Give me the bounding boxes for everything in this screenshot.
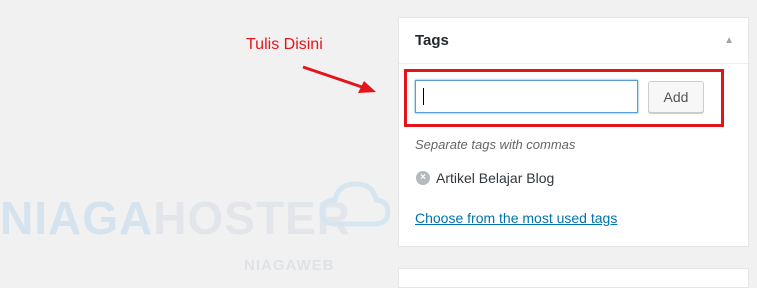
close-circle-icon[interactable]: ×	[416, 171, 430, 185]
tag-input[interactable]	[415, 80, 638, 113]
triangle-up-icon[interactable]: ▲	[724, 35, 734, 46]
annotation-label: Tulis Disini	[246, 36, 323, 53]
tag-item-label: Artikel Belajar Blog	[436, 170, 555, 186]
cloud-icon	[319, 181, 390, 227]
arrow-icon	[302, 65, 376, 93]
text-cursor	[423, 88, 424, 105]
most-used-tags-link[interactable]: Choose from the most used tags	[415, 210, 617, 226]
next-panel	[398, 268, 749, 288]
watermark-part-1: NIAGA	[0, 192, 154, 244]
tags-howto-text: Separate tags with commas	[415, 137, 576, 152]
add-tag-button[interactable]: Add	[648, 81, 704, 113]
tag-item: × Artikel Belajar Blog	[416, 170, 554, 186]
tags-panel-title: Tags	[415, 32, 449, 49]
watermark-subtitle: NIAGAWEB	[244, 257, 335, 274]
tags-panel: Tags ▲ Add Separate tags with commas × A…	[398, 17, 749, 247]
tags-panel-header[interactable]: Tags ▲	[399, 18, 748, 64]
watermark-logo: NIAGAHOSTER	[0, 195, 351, 241]
